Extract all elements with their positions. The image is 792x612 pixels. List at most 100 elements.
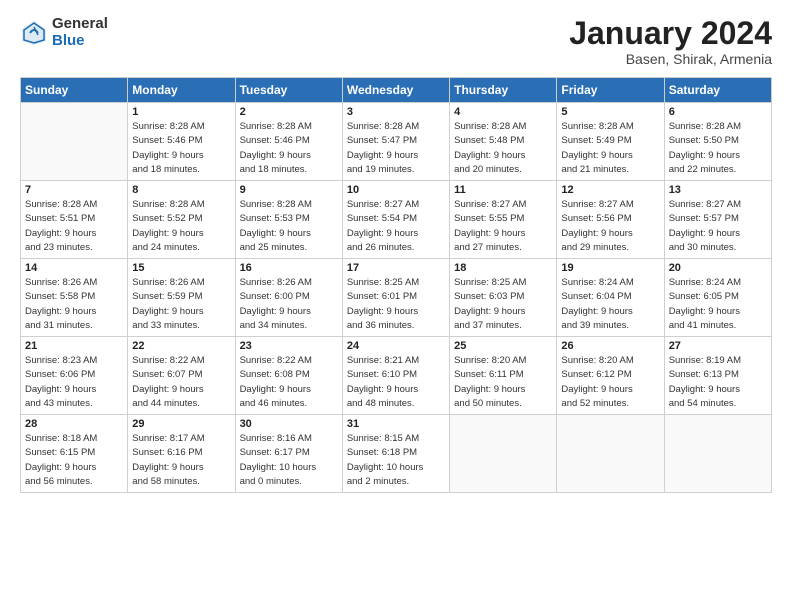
calendar-cell: 29 Sunrise: 8:17 AMSunset: 6:16 PMDayligh…: [128, 415, 235, 493]
calendar-cell: 1Sunrise: 8:28 AMSunset: 5:46 PMDaylight…: [128, 103, 235, 181]
calendar-cell: 31 Sunrise: 8:15 AMSunset: 6:18 PMDayligh…: [342, 415, 449, 493]
day-info: Sunrise: 8:16 AMSunset: 6:17 PMDaylight:…: [240, 432, 338, 489]
day-number: 11: [454, 184, 552, 196]
day-info: Sunrise: 8:28 AMSunset: 5:52 PMDaylight:…: [132, 198, 230, 255]
day-info: Sunrise: 8:28 AMSunset: 5:50 PMDaylight:…: [669, 120, 767, 177]
calendar-cell: 2Sunrise: 8:28 AMSunset: 5:46 PMDaylight…: [235, 103, 342, 181]
day-number: 7: [25, 184, 123, 196]
logo-text: General Blue: [52, 16, 108, 49]
day-number: 16: [240, 262, 338, 274]
day-number: 12: [561, 184, 659, 196]
calendar-cell: 23 Sunrise: 8:22 AMSunset: 6:08 PMDayligh…: [235, 337, 342, 415]
day-number: 29: [132, 418, 230, 430]
day-info: Sunrise: 8:26 AMSunset: 5:59 PMDaylight:…: [132, 276, 230, 333]
day-number: 23: [240, 340, 338, 352]
day-number: 4: [454, 106, 552, 118]
calendar-cell: 8 Sunrise: 8:28 AMSunset: 5:52 PMDaylight…: [128, 181, 235, 259]
header: General Blue January 2024 Basen, Shirak,…: [20, 16, 772, 67]
day-info: Sunrise: 8:26 AMSunset: 5:58 PMDaylight:…: [25, 276, 123, 333]
day-number: 5: [561, 106, 659, 118]
col-tuesday: Tuesday: [235, 78, 342, 103]
day-number: 28: [25, 418, 123, 430]
calendar-cell: 18 Sunrise: 8:25 AMSunset: 6:03 PMDayligh…: [450, 259, 557, 337]
col-friday: Friday: [557, 78, 664, 103]
logo: General Blue: [20, 16, 108, 49]
month-title: January 2024: [569, 16, 772, 51]
calendar-cell: [21, 103, 128, 181]
day-info: Sunrise: 8:25 AMSunset: 6:01 PMDaylight:…: [347, 276, 445, 333]
logo-icon: [20, 19, 48, 47]
day-number: 9: [240, 184, 338, 196]
day-info: Sunrise: 8:25 AMSunset: 6:03 PMDaylight:…: [454, 276, 552, 333]
calendar-week-row-2: 7 Sunrise: 8:28 AMSunset: 5:51 PMDaylight…: [21, 181, 772, 259]
day-number: 8: [132, 184, 230, 196]
calendar-cell: 21 Sunrise: 8:23 AMSunset: 6:06 PMDayligh…: [21, 337, 128, 415]
calendar-cell: 7 Sunrise: 8:28 AMSunset: 5:51 PMDaylight…: [21, 181, 128, 259]
day-number: 14: [25, 262, 123, 274]
calendar-cell: [664, 415, 771, 493]
day-info: Sunrise: 8:28 AMSunset: 5:49 PMDaylight:…: [561, 120, 659, 177]
day-info: Sunrise: 8:19 AMSunset: 6:13 PMDaylight:…: [669, 354, 767, 411]
day-info: Sunrise: 8:23 AMSunset: 6:06 PMDaylight:…: [25, 354, 123, 411]
day-info: Sunrise: 8:28 AMSunset: 5:51 PMDaylight:…: [25, 198, 123, 255]
calendar-cell: 4 Sunrise: 8:28 AMSunset: 5:48 PMDaylight…: [450, 103, 557, 181]
calendar-week-row-5: 28 Sunrise: 8:18 AMSunset: 6:15 PMDayligh…: [21, 415, 772, 493]
calendar-cell: [450, 415, 557, 493]
calendar-cell: 3 Sunrise: 8:28 AMSunset: 5:47 PMDaylight…: [342, 103, 449, 181]
day-number: 3: [347, 106, 445, 118]
logo-general-text: General: [52, 16, 108, 33]
day-info: Sunrise: 8:22 AMSunset: 6:08 PMDaylight:…: [240, 354, 338, 411]
calendar-week-row-4: 21 Sunrise: 8:23 AMSunset: 6:06 PMDayligh…: [21, 337, 772, 415]
calendar-cell: 13Sunrise: 8:27 AMSunset: 5:57 PMDayligh…: [664, 181, 771, 259]
day-info: Sunrise: 8:24 AMSunset: 6:05 PMDaylight:…: [669, 276, 767, 333]
day-number: 19: [561, 262, 659, 274]
calendar-cell: 27Sunrise: 8:19 AMSunset: 6:13 PMDayligh…: [664, 337, 771, 415]
day-info: Sunrise: 8:15 AMSunset: 6:18 PMDaylight:…: [347, 432, 445, 489]
calendar-cell: 19 Sunrise: 8:24 AMSunset: 6:04 PMDayligh…: [557, 259, 664, 337]
calendar-cell: [557, 415, 664, 493]
day-info: Sunrise: 8:28 AMSunset: 5:48 PMDaylight:…: [454, 120, 552, 177]
col-wednesday: Wednesday: [342, 78, 449, 103]
calendar-cell: 17 Sunrise: 8:25 AMSunset: 6:01 PMDayligh…: [342, 259, 449, 337]
day-number: 10: [347, 184, 445, 196]
day-number: 20: [669, 262, 767, 274]
calendar-cell: 10Sunrise: 8:27 AMSunset: 5:54 PMDayligh…: [342, 181, 449, 259]
day-info: Sunrise: 8:27 AMSunset: 5:55 PMDaylight:…: [454, 198, 552, 255]
day-number: 26: [561, 340, 659, 352]
col-saturday: Saturday: [664, 78, 771, 103]
calendar-cell: 25Sunrise: 8:20 AMSunset: 6:11 PMDayligh…: [450, 337, 557, 415]
day-number: 15: [132, 262, 230, 274]
calendar-cell: 14 Sunrise: 8:26 AMSunset: 5:58 PMDayligh…: [21, 259, 128, 337]
calendar-cell: 11 Sunrise: 8:27 AMSunset: 5:55 PMDayligh…: [450, 181, 557, 259]
calendar-cell: 30 Sunrise: 8:16 AMSunset: 6:17 PMDayligh…: [235, 415, 342, 493]
page: General Blue January 2024 Basen, Shirak,…: [0, 0, 792, 612]
calendar-cell: 24Sunrise: 8:21 AMSunset: 6:10 PMDayligh…: [342, 337, 449, 415]
day-info: Sunrise: 8:26 AMSunset: 6:00 PMDaylight:…: [240, 276, 338, 333]
day-info: Sunrise: 8:28 AMSunset: 5:47 PMDaylight:…: [347, 120, 445, 177]
day-number: 30: [240, 418, 338, 430]
day-number: 25: [454, 340, 552, 352]
calendar-cell: 26 Sunrise: 8:20 AMSunset: 6:12 PMDayligh…: [557, 337, 664, 415]
calendar-cell: 20 Sunrise: 8:24 AMSunset: 6:05 PMDayligh…: [664, 259, 771, 337]
day-number: 6: [669, 106, 767, 118]
day-number: 21: [25, 340, 123, 352]
day-info: Sunrise: 8:28 AMSunset: 5:46 PMDaylight:…: [132, 120, 230, 177]
day-number: 18: [454, 262, 552, 274]
calendar-cell: 22Sunrise: 8:22 AMSunset: 6:07 PMDayligh…: [128, 337, 235, 415]
day-info: Sunrise: 8:17 AMSunset: 6:16 PMDaylight:…: [132, 432, 230, 489]
day-info: Sunrise: 8:27 AMSunset: 5:56 PMDaylight:…: [561, 198, 659, 255]
calendar-cell: 5 Sunrise: 8:28 AMSunset: 5:49 PMDaylight…: [557, 103, 664, 181]
day-info: Sunrise: 8:22 AMSunset: 6:07 PMDaylight:…: [132, 354, 230, 411]
day-number: 31: [347, 418, 445, 430]
calendar-cell: 12 Sunrise: 8:27 AMSunset: 5:56 PMDayligh…: [557, 181, 664, 259]
day-info: Sunrise: 8:18 AMSunset: 6:15 PMDaylight:…: [25, 432, 123, 489]
calendar-week-row-3: 14 Sunrise: 8:26 AMSunset: 5:58 PMDayligh…: [21, 259, 772, 337]
day-info: Sunrise: 8:28 AMSunset: 5:46 PMDaylight:…: [240, 120, 338, 177]
day-number: 17: [347, 262, 445, 274]
day-info: Sunrise: 8:24 AMSunset: 6:04 PMDaylight:…: [561, 276, 659, 333]
calendar-header-row: Sunday Monday Tuesday Wednesday Thursday…: [21, 78, 772, 103]
day-info: Sunrise: 8:20 AMSunset: 6:12 PMDaylight:…: [561, 354, 659, 411]
col-sunday: Sunday: [21, 78, 128, 103]
calendar-cell: 28 Sunrise: 8:18 AMSunset: 6:15 PMDayligh…: [21, 415, 128, 493]
calendar-week-row-1: 1Sunrise: 8:28 AMSunset: 5:46 PMDaylight…: [21, 103, 772, 181]
